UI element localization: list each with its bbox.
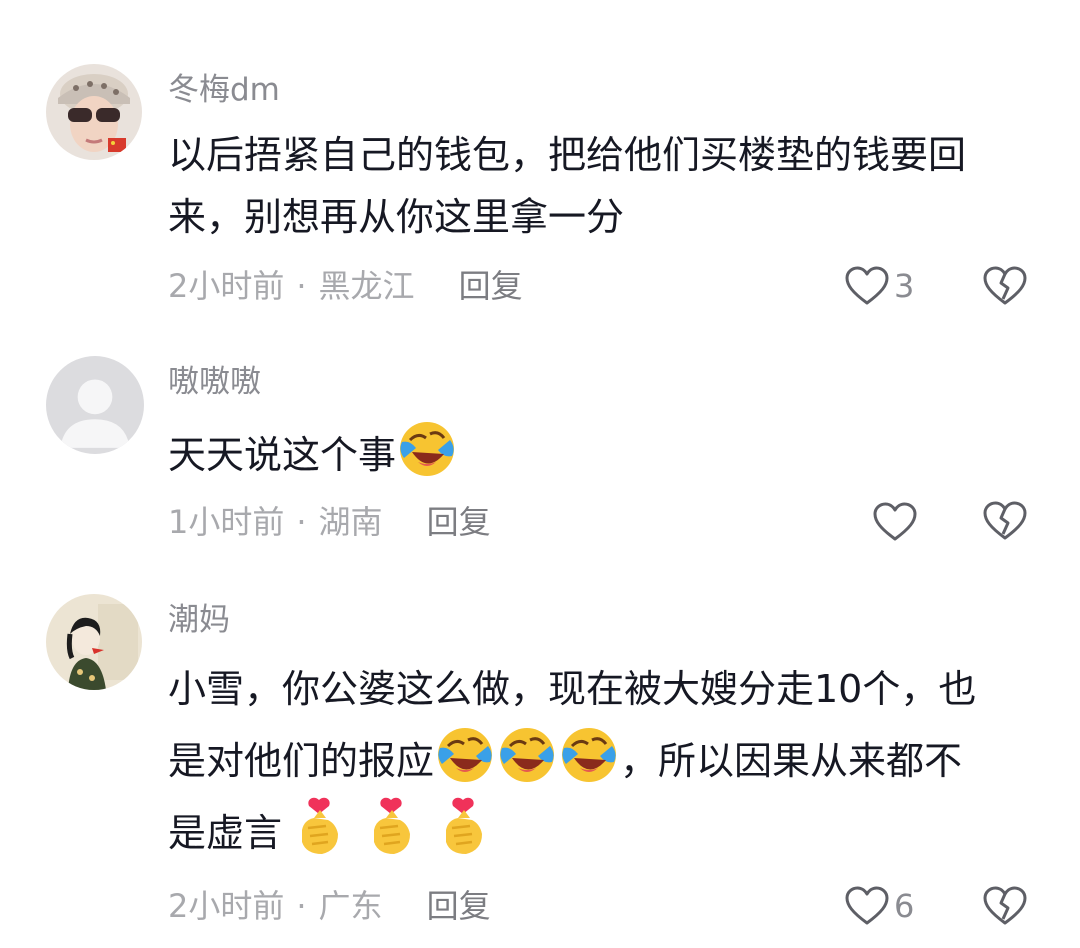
comment-text-segment: 是对他们的报应 <box>168 739 435 783</box>
like-button[interactable] <box>872 500 922 544</box>
comment-text-segment: 是虚言 <box>168 811 283 855</box>
username[interactable]: 冬梅dm <box>168 70 280 110</box>
heart-outline-icon <box>844 265 890 307</box>
like-count: 3 <box>894 267 915 305</box>
finger-heart-emoji <box>360 796 422 858</box>
location: 湖南 <box>318 503 383 541</box>
comment-text-line: 小雪，你公婆这么做，现在被大嫂分走10个，也 <box>168 667 977 711</box>
timestamp: 2小时前 <box>168 267 285 305</box>
finger-heart-emoji <box>288 796 350 858</box>
avatar[interactable] <box>46 356 144 454</box>
timestamp: 1小时前 <box>168 503 285 541</box>
broken-heart-icon <box>982 885 1028 927</box>
comment-meta: 1小时前 · 湖南 回复 <box>168 502 491 542</box>
comment-text-line: 来，别想再从你这里拿一分 <box>168 195 625 239</box>
broken-heart-icon <box>982 265 1028 307</box>
dislike-button[interactable] <box>982 500 1028 542</box>
comment-meta: 2小时前 · 广东 回复 <box>168 886 491 926</box>
reply-button[interactable]: 回复 <box>459 267 523 305</box>
reply-button[interactable]: 回复 <box>427 887 491 925</box>
comment-text-line: 以后捂紧自己的钱包，把给他们买楼垫的钱要回 <box>168 133 967 177</box>
laughing-crying-emoji <box>558 724 620 786</box>
separator-dot: · <box>296 887 307 925</box>
comment-text: 天天说这个事 <box>168 418 1048 486</box>
dislike-button[interactable] <box>982 265 1028 307</box>
heart-outline-icon <box>872 501 918 543</box>
timestamp: 2小时前 <box>168 887 285 925</box>
location: 广东 <box>318 887 383 925</box>
broken-heart-icon <box>982 500 1028 542</box>
comment-text-line: 天天说这个事 <box>168 433 397 477</box>
laughing-crying-emoji <box>434 724 496 786</box>
comment-text: 小雪，你公婆这么做，现在被大嫂分走10个，也 是对他们的报应 ，所以因果从来都不 … <box>168 654 1048 868</box>
separator-dot: · <box>296 267 307 305</box>
avatar[interactable] <box>46 594 142 690</box>
laughing-crying-emoji <box>396 418 458 480</box>
like-button[interactable]: 6 <box>844 884 914 928</box>
location: 黑龙江 <box>318 267 415 305</box>
comment-text: 以后捂紧自己的钱包，把给他们买楼垫的钱要回 来，别想再从你这里拿一分 <box>168 124 1048 248</box>
comment-text-line-2: 是对他们的报应 ，所以因果从来都不 <box>168 724 1048 796</box>
separator-dot: · <box>296 503 307 541</box>
username[interactable]: 嗷嗷嗷 <box>168 362 261 402</box>
username[interactable]: 潮妈 <box>168 600 230 640</box>
heart-outline-icon <box>844 885 890 927</box>
avatar[interactable] <box>46 64 142 160</box>
comment-meta: 2小时前 · 黑龙江 回复 <box>168 266 523 306</box>
like-count: 6 <box>894 887 915 925</box>
finger-heart-emoji <box>432 796 494 858</box>
reply-button[interactable]: 回复 <box>427 503 491 541</box>
laughing-crying-emoji <box>496 724 558 786</box>
dislike-button[interactable] <box>982 885 1028 927</box>
like-button[interactable]: 3 <box>844 264 914 308</box>
comment-text-line-3: 是虚言 <box>168 796 1048 868</box>
comment-text-segment: ，所以因果从来都不 <box>620 739 963 783</box>
